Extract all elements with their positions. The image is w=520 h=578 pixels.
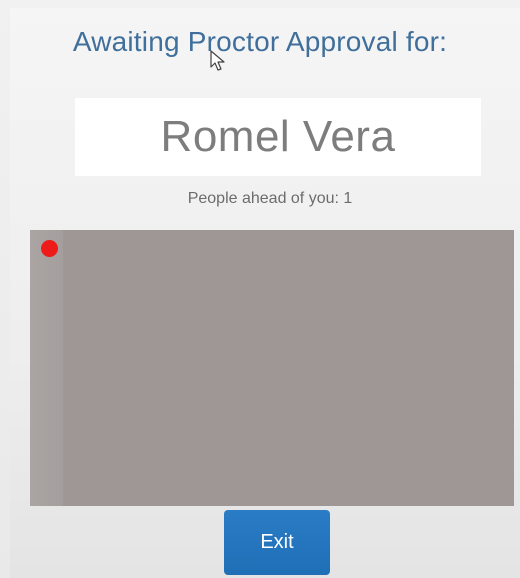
mouse-pointer-icon: [210, 50, 225, 71]
queue-status: People ahead of you: 1: [187, 190, 353, 207]
page-title: Awaiting Proctor Approval for:: [72, 26, 448, 57]
recording-indicator-icon: [41, 240, 58, 257]
student-name: Romel Vera: [160, 112, 396, 161]
student-name-box: Romel Vera: [75, 98, 481, 176]
video-side-strip: [30, 230, 63, 506]
webcam-preview: [30, 230, 514, 506]
exit-button[interactable]: Exit: [224, 510, 330, 575]
